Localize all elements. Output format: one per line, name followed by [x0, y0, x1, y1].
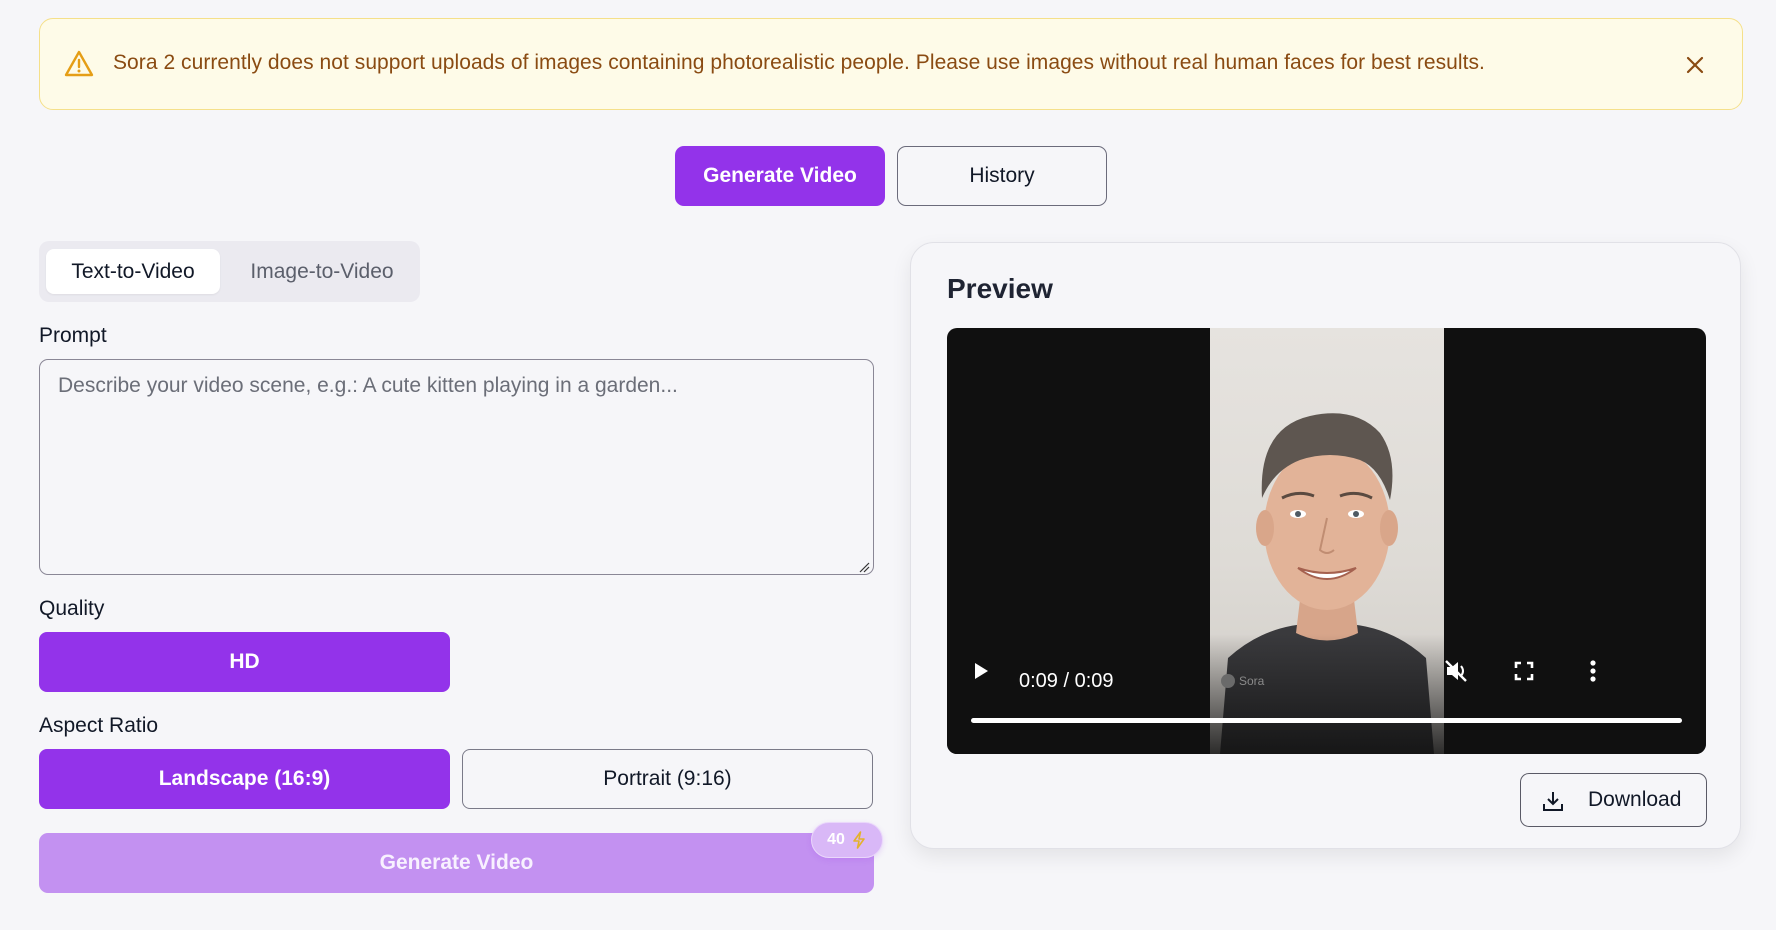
generate-video-nav-button[interactable]: Generate Video	[675, 146, 885, 206]
download-icon	[1543, 792, 1563, 811]
play-icon[interactable]	[971, 660, 991, 682]
video-player[interactable]: 0:09 / 0:09 Sora	[947, 328, 1706, 754]
close-icon[interactable]	[1683, 53, 1707, 77]
credit-count: 40	[827, 831, 845, 848]
alert-message: Sora 2 currently does not support upload…	[113, 51, 1485, 74]
history-nav-button[interactable]: History	[897, 146, 1107, 206]
generate-video-button[interactable]: Generate Video	[39, 833, 874, 893]
quality-label: Quality	[39, 597, 105, 620]
sora-logo-icon	[1221, 674, 1235, 688]
video-time: 0:09 / 0:09	[1019, 670, 1114, 692]
prompt-label: Prompt	[39, 324, 107, 347]
video-progress-bar[interactable]	[971, 718, 1682, 723]
aspect-portrait-button[interactable]: Portrait (9:16)	[462, 749, 873, 809]
sora-watermark-text: Sora	[1239, 674, 1265, 688]
sora-watermark: Sora	[1221, 674, 1264, 688]
fullscreen-icon[interactable]	[1512, 659, 1536, 683]
download-button[interactable]: Download	[1520, 773, 1707, 827]
prompt-input[interactable]	[39, 359, 874, 575]
alert-banner: Sora 2 currently does not support upload…	[39, 18, 1743, 110]
tab-image-to-video[interactable]: Image-to-Video	[230, 249, 414, 294]
preview-title: Preview	[947, 273, 1053, 304]
warning-triangle-icon	[64, 50, 94, 77]
tab-text-to-video[interactable]: Text-to-Video	[46, 249, 220, 294]
video-controls-shade	[947, 634, 1706, 754]
aspect-ratio-label: Aspect Ratio	[39, 714, 159, 737]
lightning-icon	[853, 831, 865, 849]
credit-cost-badge: 40	[811, 822, 883, 858]
download-label: Download	[1588, 788, 1682, 811]
more-options-icon[interactable]	[1583, 658, 1603, 684]
mode-tabs: Text-to-Video Image-to-Video	[39, 241, 420, 302]
resize-grip-icon[interactable]	[858, 561, 870, 573]
preview-card: Preview 0:09 / 0:09 Sora Download	[910, 242, 1741, 849]
quality-hd-button[interactable]: HD	[39, 632, 450, 692]
mute-icon[interactable]	[1442, 657, 1470, 685]
aspect-landscape-button[interactable]: Landscape (16:9)	[39, 749, 450, 809]
